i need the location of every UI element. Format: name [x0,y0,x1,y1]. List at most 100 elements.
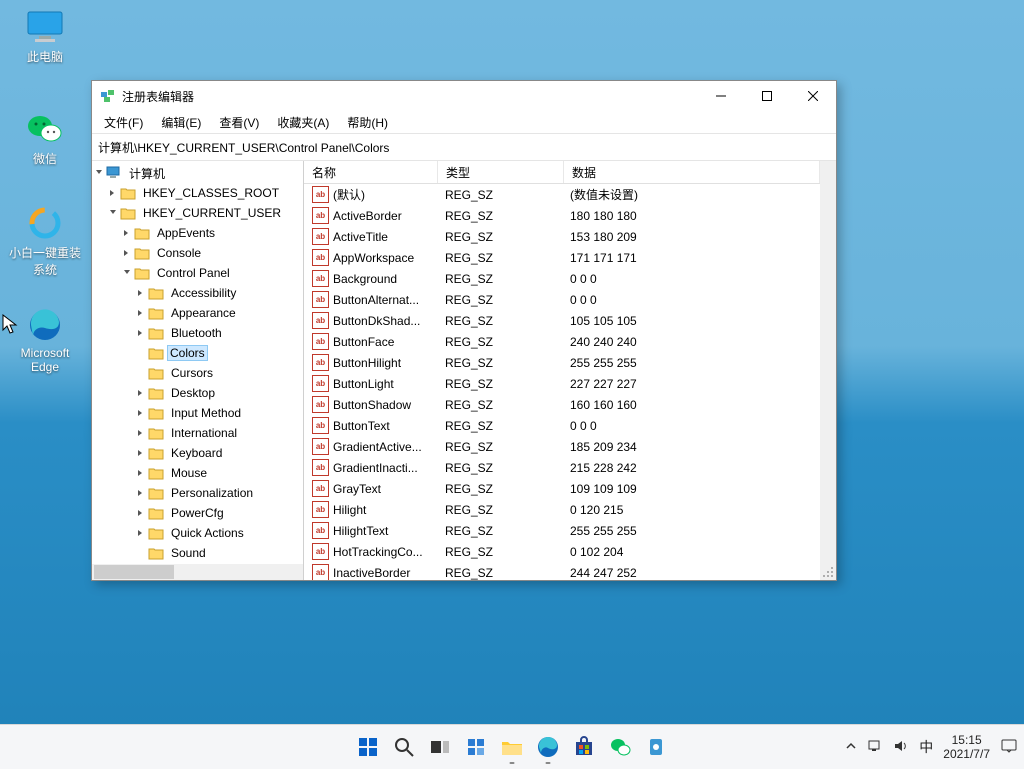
tree-cp-child[interactable]: International [92,423,303,443]
desktop-icon-xiaobai[interactable]: 小白一键重装系统 [8,206,82,278]
tree-cp-child[interactable]: Cursors [92,363,303,383]
tree-expander[interactable] [92,169,106,177]
value-data: 185 209 234 [562,440,820,454]
ime-indicator[interactable]: 中 [919,737,933,757]
tree-expander[interactable] [134,546,148,560]
explorer-button[interactable] [498,733,526,761]
tree-horizontal-scrollbar[interactable] [92,564,303,580]
wechat-taskbar-button[interactable] [606,733,634,761]
tree-expander[interactable] [134,409,148,417]
tree-cp-child[interactable]: Appearance [92,303,303,323]
tree-cp-child[interactable]: Input Method [92,403,303,423]
list-vertical-scrollbar[interactable] [820,161,836,580]
menu-help[interactable]: 帮助(H) [339,112,396,133]
value-row[interactable]: abButtonShadow REG_SZ 160 160 160 [304,394,820,415]
tree-cp-child[interactable]: Bluetooth [92,323,303,343]
search-button[interactable] [390,733,418,761]
tray-chevron-icon[interactable] [845,740,857,755]
list-header[interactable]: 名称 类型 数据 [304,161,820,184]
value-row[interactable]: abHilightText REG_SZ 255 255 255 [304,520,820,541]
tree-expander[interactable] [134,329,148,337]
value-row[interactable]: abActiveBorder REG_SZ 180 180 180 [304,205,820,226]
desktop-icon-edge[interactable]: Microsoft Edge [8,308,82,374]
tree-hkcu-child[interactable]: AppEvents [92,223,303,243]
tree-expander[interactable] [134,509,148,517]
taskview-button[interactable] [426,733,454,761]
tree-cp-child[interactable]: Mouse [92,463,303,483]
value-row[interactable]: abActiveTitle REG_SZ 153 180 209 [304,226,820,247]
col-name[interactable]: 名称 [304,161,438,183]
tree-expander[interactable] [134,346,148,360]
volume-icon[interactable] [893,739,909,756]
menu-view[interactable]: 查看(V) [211,112,267,133]
widgets-button[interactable] [462,733,490,761]
value-row[interactable]: abAppWorkspace REG_SZ 171 171 171 [304,247,820,268]
col-type[interactable]: 类型 [438,161,564,183]
tree-expander[interactable] [134,469,148,477]
value-row[interactable]: abInactiveBorder REG_SZ 244 247 252 [304,562,820,580]
app-taskbar-button[interactable] [642,733,670,761]
tree-expander[interactable] [106,209,120,217]
tree-expander[interactable] [134,389,148,397]
tree-cp-child[interactable]: Quick Actions [92,523,303,543]
titlebar[interactable]: 注册表编辑器 [92,81,836,111]
value-row[interactable]: abGrayText REG_SZ 109 109 109 [304,478,820,499]
menu-edit[interactable]: 编辑(E) [153,112,209,133]
value-name: ButtonText [333,419,390,433]
close-button[interactable] [790,81,836,111]
maximize-button[interactable] [744,81,790,111]
address-bar[interactable]: 计算机\HKEY_CURRENT_USER\Control Panel\Colo… [92,133,836,161]
menu-favorites[interactable]: 收藏夹(A) [269,112,337,133]
value-row[interactable]: abButtonText REG_SZ 0 0 0 [304,415,820,436]
tree-expander[interactable] [120,229,134,237]
tree-expander[interactable] [134,529,148,537]
value-row[interactable]: abButtonHilight REG_SZ 255 255 255 [304,352,820,373]
tree-cp-child[interactable]: PowerCfg [92,503,303,523]
tree-expander[interactable] [134,366,148,380]
tree-expander[interactable] [134,289,148,297]
tree-expander[interactable] [134,309,148,317]
values-list[interactable]: 名称 类型 数据 ab(默认) REG_SZ (数值未设置) abActiveB… [304,161,836,580]
value-row[interactable]: abButtonAlternat... REG_SZ 0 0 0 [304,289,820,310]
tree-hkcu-child[interactable]: Console [92,243,303,263]
desktop-icon-wechat[interactable]: 微信 [8,112,82,167]
tree-root[interactable]: 计算机 [92,163,303,183]
resize-grip[interactable] [822,566,834,578]
tree-cp-child[interactable]: Accessibility [92,283,303,303]
value-data: 105 105 105 [562,314,820,328]
tree-cp-child[interactable]: Colors [92,343,303,363]
value-row[interactable]: abGradientActive... REG_SZ 185 209 234 [304,436,820,457]
tree-expander[interactable] [134,489,148,497]
tree-expander[interactable] [120,249,134,257]
tree-cp-child[interactable]: Keyboard [92,443,303,463]
value-row[interactable]: abGradientInacti... REG_SZ 215 228 242 [304,457,820,478]
network-icon[interactable] [867,739,883,756]
tree-expander[interactable] [134,429,148,437]
menu-file[interactable]: 文件(F) [96,112,151,133]
clock[interactable]: 15:15 2021/7/7 [943,733,990,761]
value-row[interactable]: abBackground REG_SZ 0 0 0 [304,268,820,289]
value-row[interactable]: abHilight REG_SZ 0 120 215 [304,499,820,520]
tree-cp-child[interactable]: Sound [92,543,303,563]
notifications-icon[interactable] [1000,738,1018,757]
value-row[interactable]: ab(默认) REG_SZ (数值未设置) [304,184,820,205]
value-row[interactable]: abHotTrackingCo... REG_SZ 0 102 204 [304,541,820,562]
tree-expander[interactable] [120,269,134,277]
value-row[interactable]: abButtonLight REG_SZ 227 227 227 [304,373,820,394]
registry-tree[interactable]: 计算机HKEY_CLASSES_ROOTHKEY_CURRENT_USERApp… [92,161,304,580]
value-row[interactable]: abButtonFace REG_SZ 240 240 240 [304,331,820,352]
tree-hkcu[interactable]: HKEY_CURRENT_USER [92,203,303,223]
start-button[interactable] [354,733,382,761]
value-row[interactable]: abButtonDkShad... REG_SZ 105 105 105 [304,310,820,331]
store-button[interactable] [570,733,598,761]
col-data[interactable]: 数据 [564,161,820,183]
tree-expander[interactable] [106,189,120,197]
desktop-icon-this-pc[interactable]: 此电脑 [8,10,82,65]
tree-hkcu-child[interactable]: Control Panel [92,263,303,283]
tree-cp-child[interactable]: Personalization [92,483,303,503]
tree-hkcr[interactable]: HKEY_CLASSES_ROOT [92,183,303,203]
edge-taskbar-button[interactable] [534,733,562,761]
minimize-button[interactable] [698,81,744,111]
tree-expander[interactable] [134,449,148,457]
tree-cp-child[interactable]: Desktop [92,383,303,403]
